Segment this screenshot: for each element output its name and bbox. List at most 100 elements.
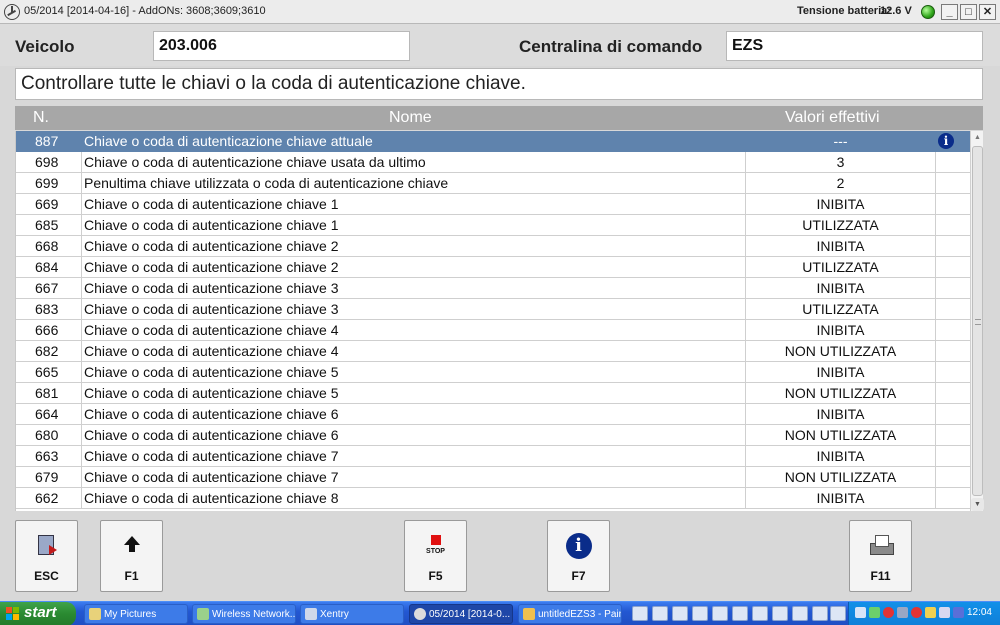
scrollbar-thumb[interactable] — [972, 146, 983, 496]
row-value: 2 — [746, 173, 936, 194]
table-row[interactable]: 682 Chiave o coda di autenticazione chia… — [16, 341, 970, 362]
row-value: --- — [746, 131, 936, 152]
row-number: 680 — [16, 425, 82, 446]
scroll-up-icon[interactable]: ▲ — [971, 131, 984, 144]
table-row[interactable]: 683 Chiave o coda di autenticazione chia… — [16, 299, 970, 320]
tray-icon[interactable] — [911, 607, 922, 618]
table-row[interactable]: 681 Chiave o coda di autenticazione chia… — [16, 383, 970, 404]
close-button[interactable]: ✕ — [979, 4, 996, 20]
table-row[interactable]: 698 Chiave o coda di autenticazione chia… — [16, 152, 970, 173]
taskbar-item-das[interactable]: 05/2014 [2014-0... — [409, 604, 513, 624]
row-name: Chiave o coda di autenticazione chiave 8 — [82, 488, 746, 509]
f5-button-label: F5 — [428, 569, 443, 583]
table-row[interactable]: 668 Chiave o coda di autenticazione chia… — [16, 236, 970, 257]
table-row[interactable]: 665 Chiave o coda di autenticazione chia… — [16, 362, 970, 383]
table-row[interactable]: 680 Chiave o coda di autenticazione chia… — [16, 425, 970, 446]
taskbar-item-wireless[interactable]: Wireless Network... — [192, 604, 296, 624]
table-row[interactable]: 663 Chiave o coda di autenticazione chia… — [16, 446, 970, 467]
row-number: 679 — [16, 467, 82, 488]
table-row[interactable]: 669 Chiave o coda di autenticazione chia… — [16, 194, 970, 215]
quick-launch-icon[interactable] — [812, 606, 828, 621]
row-value: NON UTILIZZATA — [746, 383, 936, 404]
quick-launch-icon[interactable] — [712, 606, 728, 621]
row-value: INIBITA — [746, 446, 936, 467]
tray-icon[interactable] — [883, 607, 894, 618]
row-number: 683 — [16, 299, 82, 320]
row-value: INIBITA — [746, 320, 936, 341]
taskbar-item-paint[interactable]: untitledEZS3 - Paint — [518, 604, 622, 624]
esc-button[interactable]: ESC — [15, 520, 78, 592]
row-name: Chiave o coda di autenticazione chiave 3 — [82, 299, 746, 320]
quick-launch-icon[interactable] — [772, 606, 788, 621]
row-number: 664 — [16, 404, 82, 425]
row-value: INIBITA — [746, 488, 936, 509]
row-number: 666 — [16, 320, 82, 341]
folder-icon — [89, 608, 101, 620]
column-header-name[interactable]: Nome — [389, 109, 432, 127]
windows-flag-icon — [6, 607, 20, 621]
start-button[interactable]: start — [0, 602, 76, 625]
column-header-actual-values[interactable]: Valori effettivi — [785, 109, 880, 127]
taskbar-item-label: untitledEZS3 - Paint — [538, 609, 622, 620]
table-row[interactable]: 666 Chiave o coda di autenticazione chia… — [16, 320, 970, 341]
taskbar-item-label: Wireless Network... — [212, 609, 296, 620]
row-value: 3 — [746, 152, 936, 173]
row-name: Chiave o coda di autenticazione chiave 7 — [82, 446, 746, 467]
tray-icon[interactable] — [869, 607, 880, 618]
minimize-button[interactable]: _ — [941, 4, 958, 20]
actual-values-table: 887 Chiave o coda di autenticazione chia… — [15, 131, 970, 511]
quick-launch-icon[interactable] — [752, 606, 768, 621]
stop-icon-text: STOP — [426, 548, 445, 555]
quick-launch-icon[interactable] — [672, 606, 688, 621]
f1-button[interactable]: F1 — [100, 520, 163, 592]
table-row[interactable]: 699 Penultima chiave utilizzata o coda d… — [16, 173, 970, 194]
quick-launch-icon[interactable] — [732, 606, 748, 621]
taskbar-item-label: Xentry — [320, 609, 349, 620]
system-tray: 12:04 — [848, 602, 1000, 625]
taskbar-item-xentry[interactable]: Xentry — [300, 604, 404, 624]
tray-icon[interactable] — [897, 607, 908, 618]
quick-launch-icon[interactable] — [692, 606, 708, 621]
table-row[interactable]: 667 Chiave o coda di autenticazione chia… — [16, 278, 970, 299]
table-row[interactable]: 685 Chiave o coda di autenticazione chia… — [16, 215, 970, 236]
row-name: Chiave o coda di autenticazione chiave 2 — [82, 236, 746, 257]
window-title: 05/2014 [2014-04-16] - AddONs: 3608;3609… — [24, 5, 266, 17]
row-value: NON UTILIZZATA — [746, 425, 936, 446]
column-header-number[interactable]: N. — [33, 109, 49, 127]
table-row[interactable]: 684 Chiave o coda di autenticazione chia… — [16, 257, 970, 278]
info-icon[interactable]: i — [938, 133, 954, 149]
vehicle-label: Veicolo — [15, 37, 75, 56]
battery-voltage-value: 12.6 V — [880, 5, 912, 17]
row-value: NON UTILIZZATA — [746, 467, 936, 488]
paint-icon — [523, 608, 535, 620]
table-row[interactable]: 662 Chiave o coda di autenticazione chia… — [16, 488, 970, 509]
tray-icon[interactable] — [925, 607, 936, 618]
maximize-button[interactable]: □ — [960, 4, 977, 20]
help-icon[interactable] — [632, 606, 648, 621]
f5-stop-button[interactable]: STOP F5 — [404, 520, 467, 592]
taskbar-item-my-pictures[interactable]: My Pictures — [84, 604, 188, 624]
row-value: INIBITA — [746, 194, 936, 215]
tray-icon[interactable] — [939, 607, 950, 618]
table-row[interactable]: 887 Chiave o coda di autenticazione chia… — [16, 131, 970, 152]
wireless-icon — [197, 608, 209, 620]
quick-launch-icon[interactable] — [792, 606, 808, 621]
row-name: Chiave o coda di autenticazione chiave a… — [82, 131, 746, 152]
row-number: 699 — [16, 173, 82, 194]
tray-icon[interactable] — [953, 607, 964, 618]
table-row[interactable]: 679 Chiave o coda di autenticazione chia… — [16, 467, 970, 488]
f7-info-button[interactable]: i F7 — [547, 520, 610, 592]
quick-launch-icon[interactable] — [830, 606, 846, 621]
table-row[interactable]: 664 Chiave o coda di autenticazione chia… — [16, 404, 970, 425]
tray-icon[interactable] — [855, 607, 866, 618]
row-value: UTILIZZATA — [746, 215, 936, 236]
quick-launch-icon[interactable] — [652, 606, 668, 621]
scroll-down-icon[interactable]: ▼ — [971, 498, 984, 511]
table-scrollbar[interactable]: ▲ ▼ — [970, 131, 984, 511]
row-name: Penultima chiave utilizzata o coda di au… — [82, 173, 746, 194]
row-number: 698 — [16, 152, 82, 173]
ecu-field: EZS — [726, 31, 983, 61]
f11-print-button[interactable]: F11 — [849, 520, 912, 592]
row-name: Chiave o coda di autenticazione chiave 6 — [82, 425, 746, 446]
row-value: INIBITA — [746, 404, 936, 425]
